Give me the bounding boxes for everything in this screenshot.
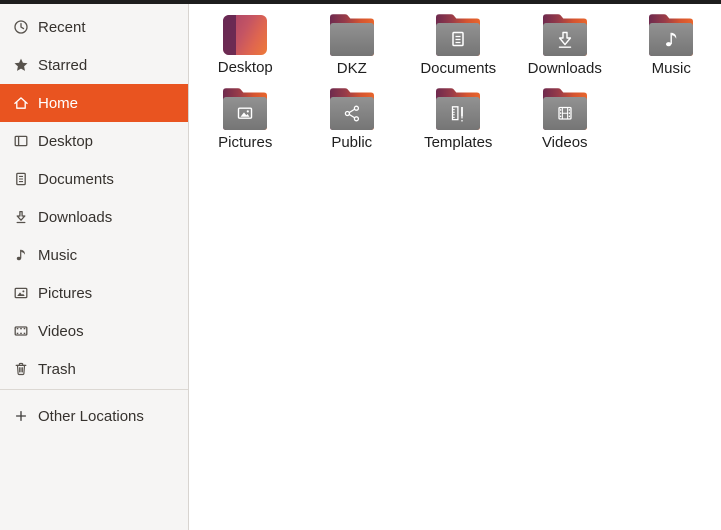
sidebar-item-label: Pictures bbox=[38, 284, 93, 302]
sidebar-item-music[interactable]: Music bbox=[0, 236, 188, 274]
sidebar-item-label: Downloads bbox=[38, 208, 113, 226]
sidebar-item-downloads[interactable]: Downloads bbox=[0, 198, 188, 236]
file-label: Videos bbox=[541, 134, 588, 151]
sidebar-item-trash[interactable]: Trash bbox=[0, 350, 188, 388]
plus-icon bbox=[15, 410, 27, 422]
sidebar-item-videos[interactable]: Videos bbox=[0, 312, 188, 350]
file-label: Documents bbox=[420, 60, 497, 77]
file-item-templates[interactable]: Templates bbox=[405, 80, 512, 154]
sidebar-item-recent[interactable]: Recent bbox=[0, 8, 188, 46]
star-icon bbox=[14, 58, 28, 71]
music-icon bbox=[16, 249, 25, 261]
file-label: DKZ bbox=[336, 60, 367, 77]
file-item-dkz[interactable]: DKZ bbox=[299, 6, 406, 80]
sidebar-footer-list: Other Locations bbox=[0, 397, 188, 435]
sidebar-item-label: Documents bbox=[38, 170, 114, 188]
file-item-desktop[interactable]: Desktop bbox=[192, 6, 299, 80]
file-label: Public bbox=[331, 134, 373, 151]
file-item-videos[interactable]: Videos bbox=[512, 80, 619, 154]
sidebar-item-label: Trash bbox=[38, 360, 76, 378]
desktop-gradient-icon bbox=[223, 15, 268, 55]
videos-icon bbox=[14, 326, 28, 336]
file-label: Pictures bbox=[218, 134, 273, 151]
sidebar-item-label: Music bbox=[38, 246, 78, 264]
sidebar-item-label: Home bbox=[38, 94, 79, 112]
file-item-pictures[interactable]: Pictures bbox=[192, 80, 299, 154]
file-label: Templates bbox=[424, 134, 493, 151]
file-label: Desktop bbox=[217, 59, 273, 76]
sidebar-item-label: Starred bbox=[38, 56, 88, 74]
folder-icon bbox=[649, 14, 694, 56]
file-item-documents[interactable]: Documents bbox=[405, 6, 512, 80]
file-label: Music bbox=[651, 60, 691, 77]
file-item-downloads[interactable]: Downloads bbox=[512, 6, 619, 80]
file-item-public[interactable]: Public bbox=[299, 80, 406, 154]
folder-icon bbox=[329, 14, 374, 56]
folder-icon bbox=[329, 88, 374, 130]
sidebar-item-label: Desktop bbox=[38, 132, 94, 150]
sidebar-item-pictures[interactable]: Pictures bbox=[0, 274, 188, 312]
home-icon bbox=[14, 97, 28, 109]
file-item-music[interactable]: Music bbox=[618, 6, 721, 80]
sidebar-list: Recent Starred Home Desktop Documents Downloa… bbox=[0, 4, 188, 388]
sidebar-item-label: Videos bbox=[38, 322, 84, 340]
folder-icon bbox=[542, 14, 587, 56]
folder-icon bbox=[436, 88, 481, 130]
window-top-edge bbox=[0, 0, 721, 4]
sidebar-item-starred[interactable]: Starred bbox=[0, 46, 188, 84]
folder-icon bbox=[436, 14, 481, 56]
files-view: Desktop DKZ Documents Downloads Music Picture… bbox=[189, 4, 721, 530]
folder-icon bbox=[542, 88, 587, 130]
recent-icon bbox=[14, 20, 28, 34]
sidebar-item-desktop[interactable]: Desktop bbox=[0, 122, 188, 160]
documents-icon bbox=[16, 172, 26, 186]
sidebar-item-label: Recent bbox=[38, 18, 86, 36]
pictures-icon bbox=[14, 287, 28, 299]
trash-icon bbox=[15, 362, 27, 376]
desktop-icon bbox=[14, 135, 28, 147]
sidebar-item-label: Other Locations bbox=[38, 407, 144, 425]
sidebar-item-documents[interactable]: Documents bbox=[0, 160, 188, 198]
desktop-icon-strip bbox=[223, 15, 237, 55]
sidebar-item-home[interactable]: Home bbox=[0, 84, 188, 122]
file-label: Downloads bbox=[527, 60, 602, 77]
places-sidebar: Recent Starred Home Desktop Documents Downloa… bbox=[0, 4, 189, 530]
folder-icon bbox=[223, 88, 268, 130]
downloads-icon bbox=[16, 210, 26, 224]
sidebar-separator bbox=[0, 389, 188, 390]
file-grid: Desktop DKZ Documents Downloads Music Picture… bbox=[189, 4, 721, 154]
sidebar-item-other-locations[interactable]: Other Locations bbox=[0, 397, 188, 435]
